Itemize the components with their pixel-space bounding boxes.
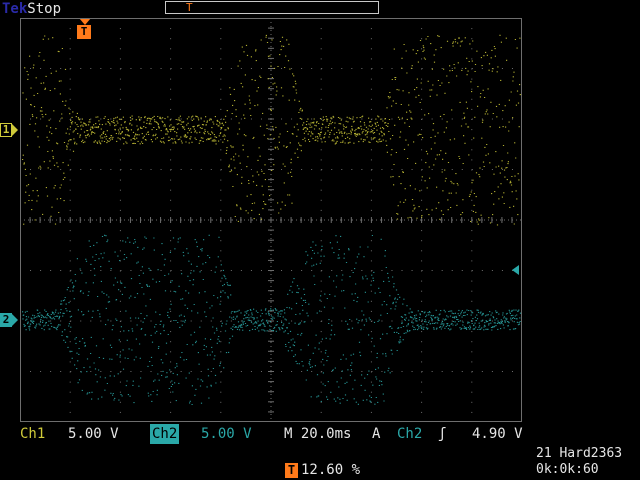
- ch1-marker-label: 1: [0, 123, 12, 137]
- record-position-bar[interactable]: T: [165, 1, 379, 14]
- brand-logo: Tek: [2, 1, 28, 17]
- file-info: 21 Hard2363 0k:0k:60: [536, 446, 622, 478]
- graticule-grid: [20, 18, 522, 422]
- trigger-level-marker[interactable]: [512, 265, 519, 275]
- brand-status: TekStop: [2, 0, 61, 18]
- trigger-slope-icon[interactable]: ʃ: [438, 424, 446, 444]
- waveform-display[interactable]: [20, 18, 522, 422]
- ch2-scale[interactable]: 5.00 V: [201, 424, 252, 444]
- ch1-label[interactable]: Ch1: [20, 424, 45, 444]
- top-status-bar: TekStop T: [0, 0, 640, 18]
- record-trigger-marker: T: [186, 1, 193, 14]
- trigger-percent: 12.60 %: [301, 462, 361, 478]
- trigger-mode[interactable]: A: [372, 424, 380, 444]
- acquisition-state: Stop: [27, 1, 62, 17]
- bottom-status-bar: Ch1 5.00 V Ch2 5.00 V M 20.0ms A Ch2 ʃ 4…: [0, 424, 640, 444]
- trigger-position-readout[interactable]: T 12.60 %: [285, 461, 360, 479]
- file-info-line1: 21 Hard2363: [536, 446, 623, 461]
- ch1-scale[interactable]: 5.00 V: [68, 424, 119, 444]
- ch2-arrow-icon: [12, 314, 18, 326]
- trigger-source[interactable]: Ch2: [397, 424, 422, 444]
- ch2-ground-marker[interactable]: 2: [0, 313, 18, 327]
- ch1-ground-marker[interactable]: 1: [0, 123, 18, 137]
- trigger-level[interactable]: 4.90 V: [472, 424, 523, 444]
- timebase[interactable]: M 20.0ms: [284, 424, 351, 444]
- ch2-marker-label: 2: [0, 313, 12, 327]
- trigger-readout-icon: T: [285, 462, 298, 478]
- file-info-line2: 0k:0k:60: [536, 462, 599, 477]
- graticule: [20, 18, 522, 422]
- ch2-label[interactable]: Ch2: [150, 424, 180, 444]
- ch1-arrow-icon: [12, 124, 18, 136]
